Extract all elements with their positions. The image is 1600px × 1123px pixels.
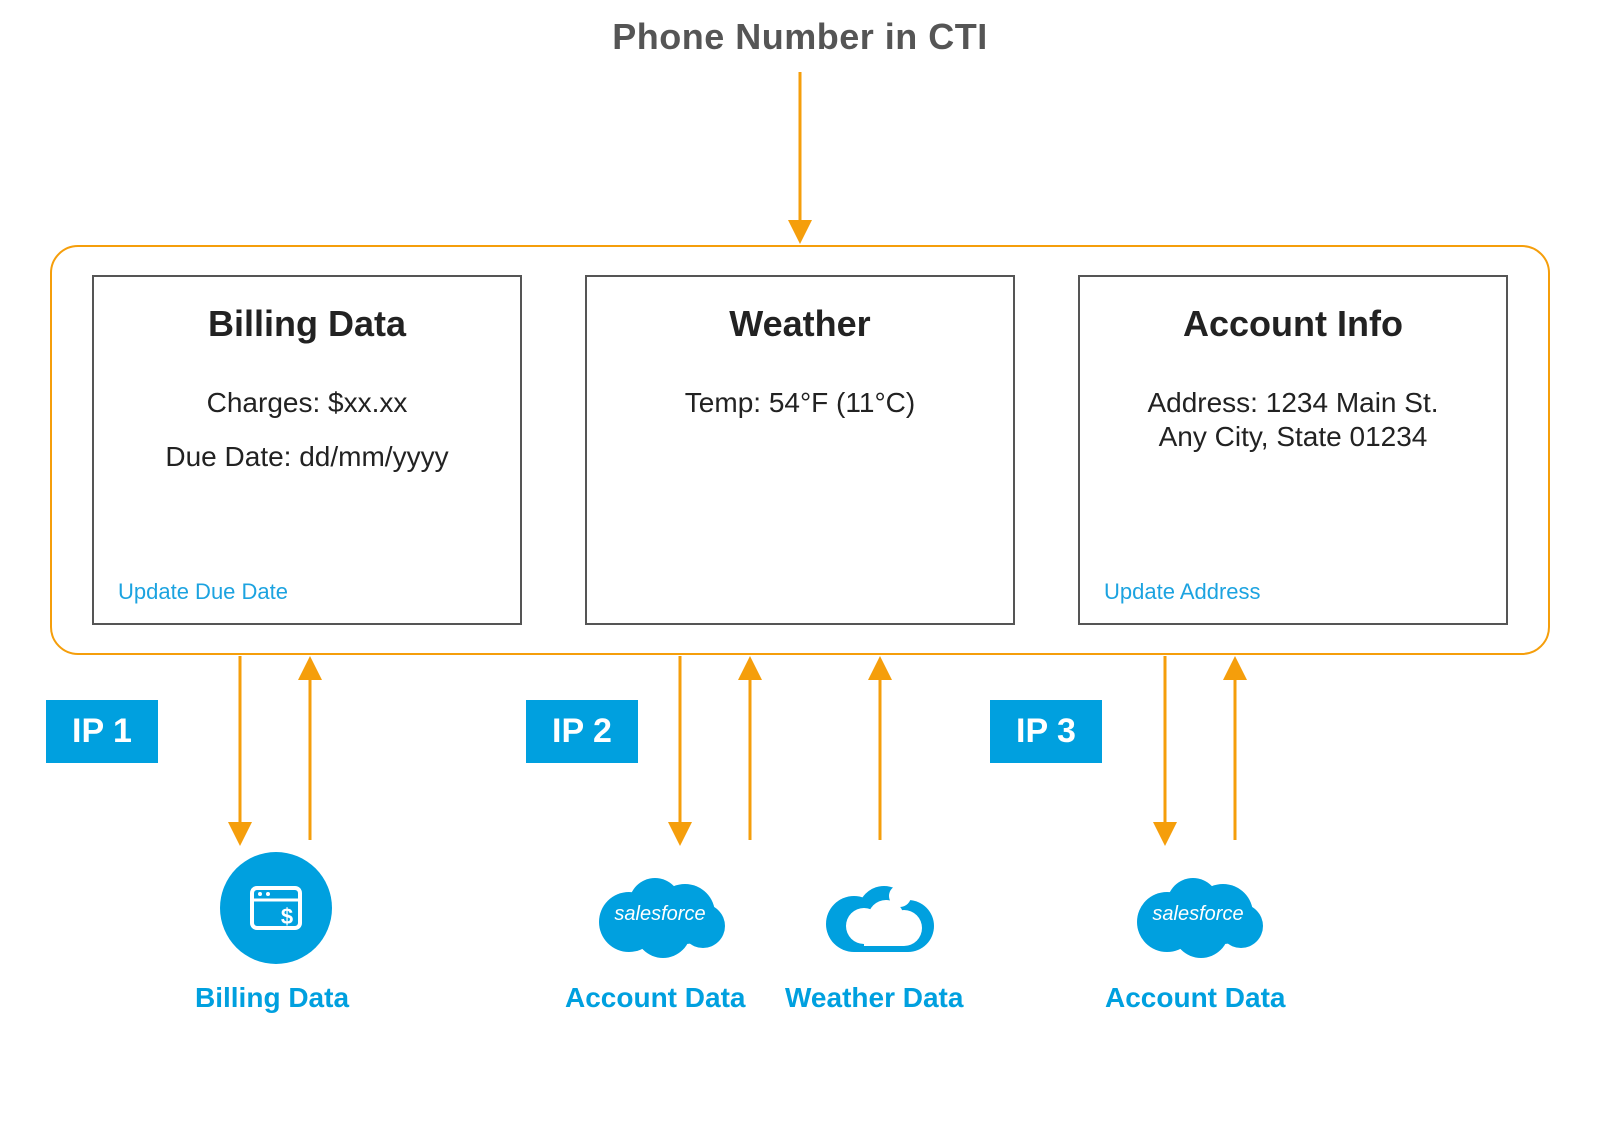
- diagram-title: Phone Number in CTI: [612, 16, 988, 58]
- weather-temp: Temp: 54°F (11°C): [611, 387, 989, 419]
- billing-charges: Charges: $xx.xx: [118, 387, 496, 419]
- weather-data-label: Weather Data: [785, 982, 963, 1014]
- update-address-link[interactable]: Update Address: [1104, 579, 1482, 605]
- main-panel: Billing Data Charges: $xx.xx Due Date: d…: [50, 245, 1550, 655]
- ip-badge-1: IP 1: [46, 700, 158, 763]
- billing-card-title: Billing Data: [118, 303, 496, 345]
- billing-app-icon: $: [220, 852, 332, 964]
- billing-due-date: Due Date: dd/mm/yyyy: [118, 441, 496, 473]
- account-card: Account Info Address: 1234 Main St. Any …: [1078, 275, 1508, 625]
- svg-text:$: $: [281, 904, 293, 929]
- salesforce-source-icon-2: salesforce: [1118, 858, 1278, 964]
- salesforce-text-2: salesforce: [1152, 903, 1243, 926]
- salesforce-source-icon-1: salesforce: [580, 858, 740, 964]
- salesforce-cloud-icon: salesforce: [585, 864, 735, 964]
- browser-dollar-icon: $: [246, 878, 306, 938]
- account-data-label-1: Account Data: [565, 982, 745, 1014]
- ip-badge-2: IP 2: [526, 700, 638, 763]
- billing-card: Billing Data Charges: $xx.xx Due Date: d…: [92, 275, 522, 625]
- account-address-line2: Any City, State 01234: [1104, 421, 1482, 453]
- billing-source-label: Billing Data: [195, 982, 349, 1014]
- update-due-date-link[interactable]: Update Due Date: [118, 579, 496, 605]
- weather-source-icon: [805, 858, 955, 964]
- weather-card: Weather Temp: 54°F (11°C): [585, 275, 1015, 625]
- billing-source-icon: $: [216, 852, 336, 964]
- weather-cloud-icon: [805, 864, 955, 964]
- account-data-label-2: Account Data: [1105, 982, 1285, 1014]
- account-address-line1: Address: 1234 Main St.: [1104, 387, 1482, 419]
- account-card-title: Account Info: [1104, 303, 1482, 345]
- ip-badge-3: IP 3: [990, 700, 1102, 763]
- salesforce-cloud-icon-2: salesforce: [1123, 864, 1273, 964]
- salesforce-text: salesforce: [614, 903, 705, 926]
- weather-card-title: Weather: [611, 303, 989, 345]
